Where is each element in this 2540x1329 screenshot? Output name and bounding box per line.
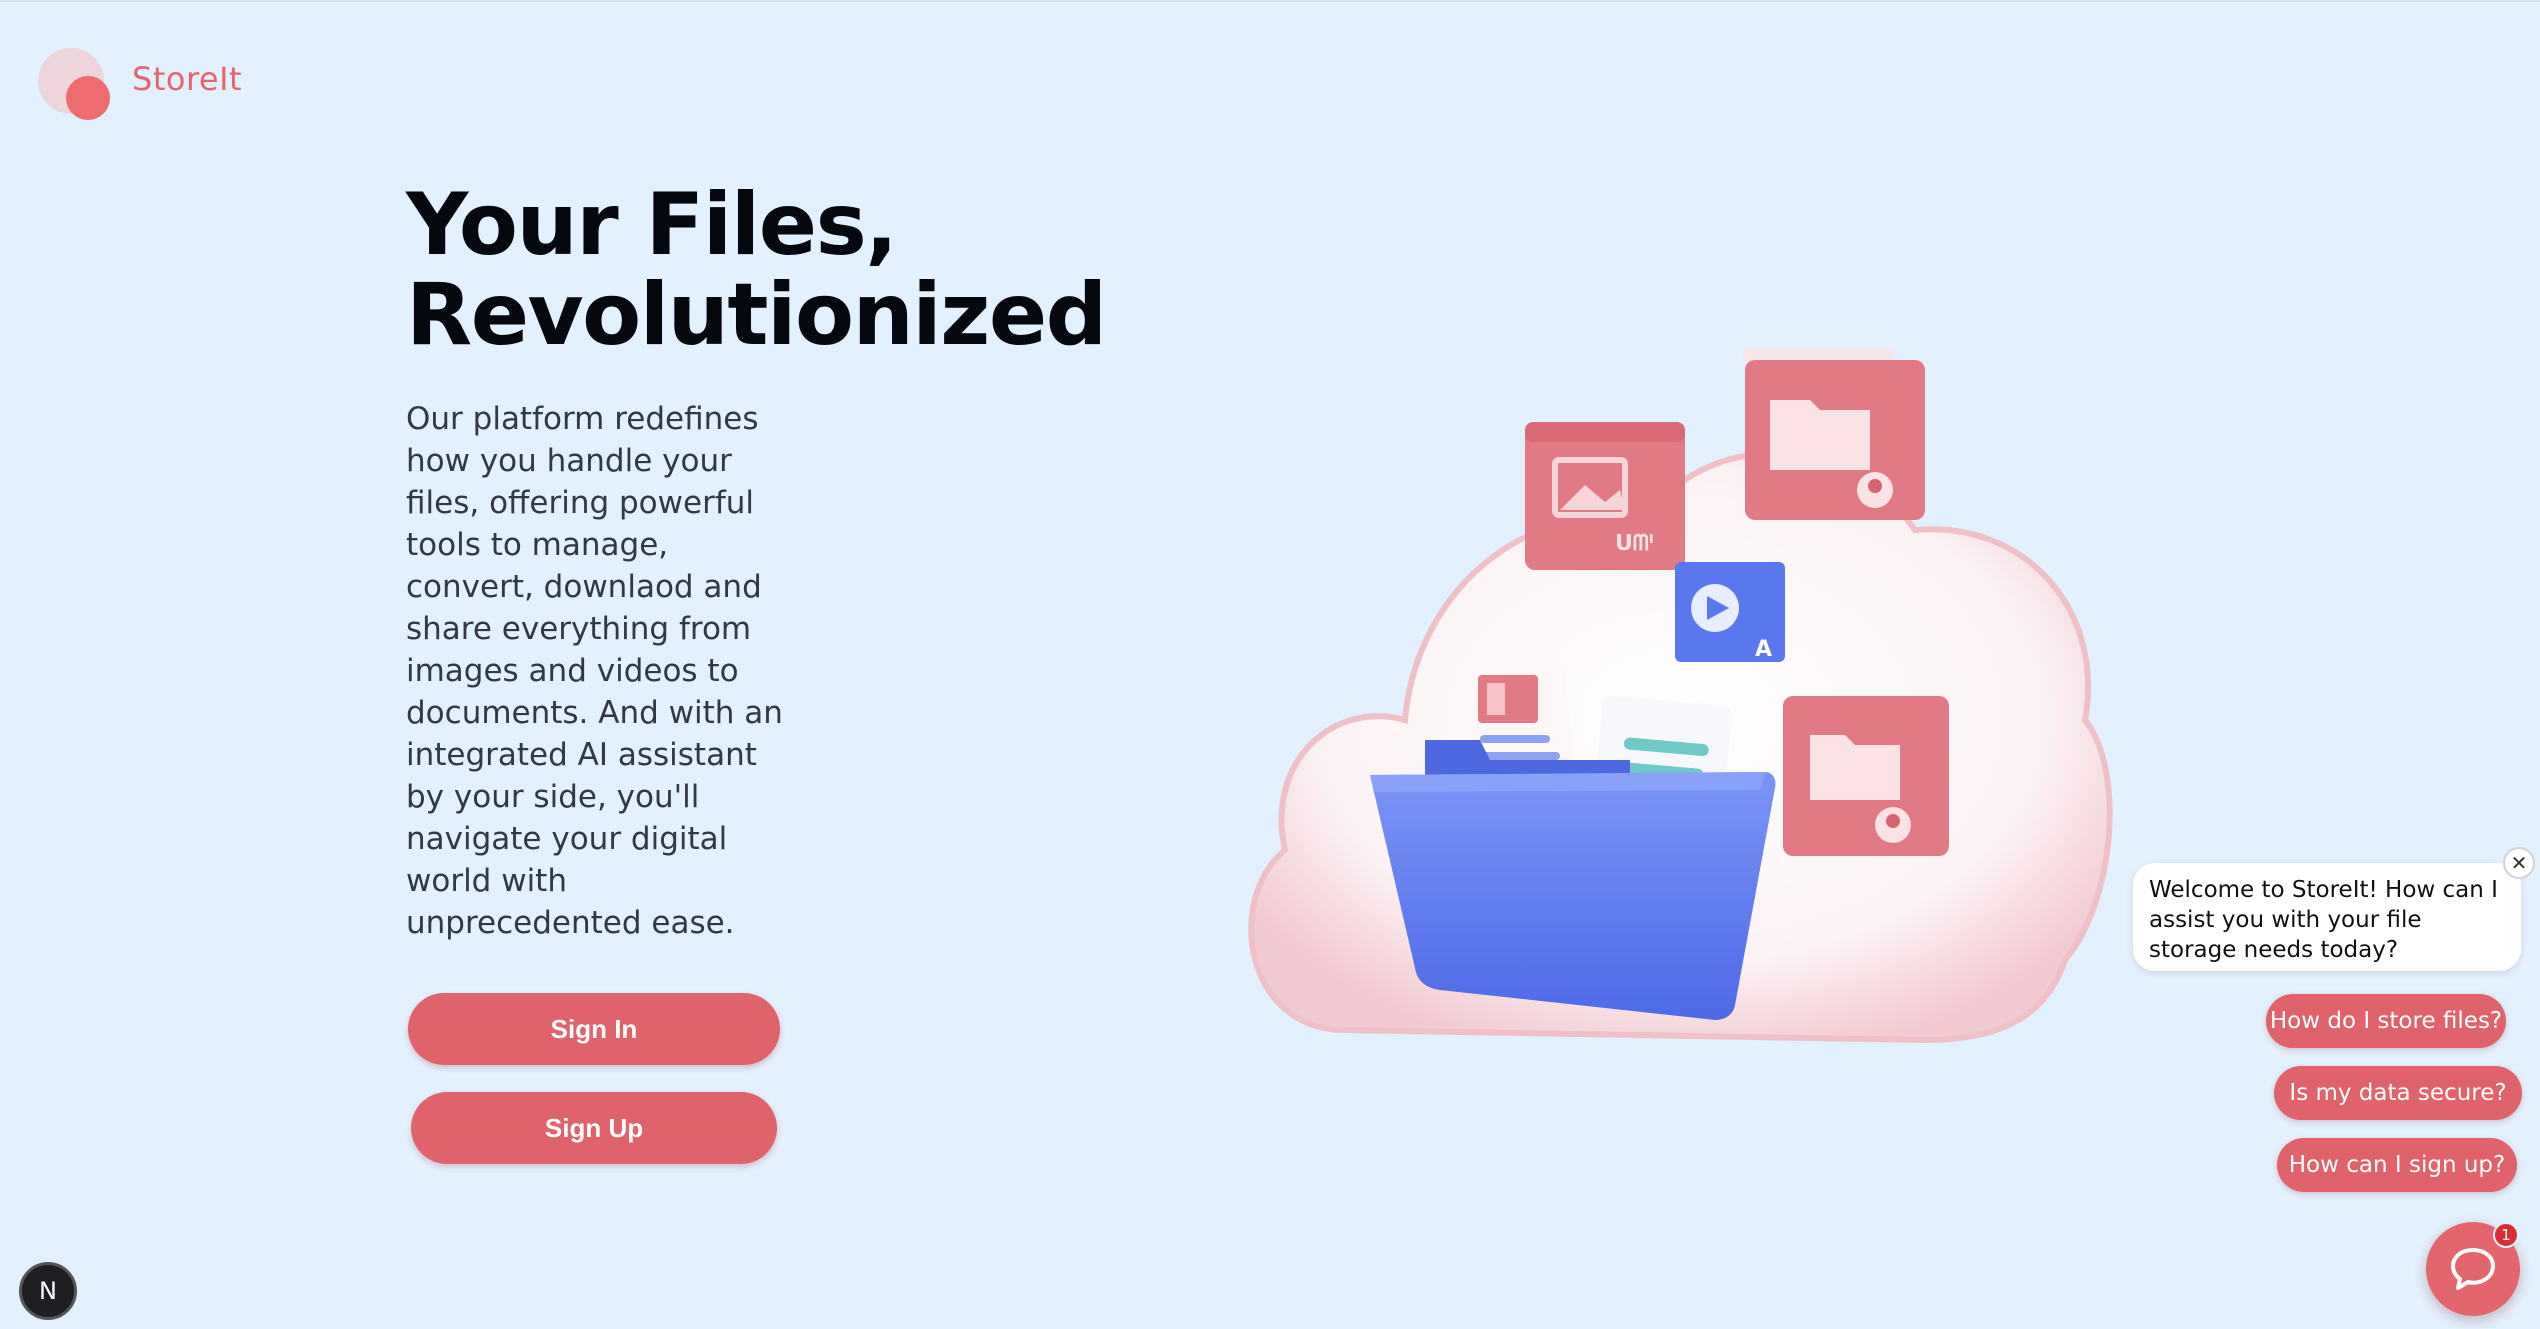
logo-icon [38, 48, 118, 124]
close-icon[interactable]: ✕ [2503, 847, 2535, 879]
open-folder-icon [1370, 740, 1776, 1020]
svg-text:A: A [1755, 637, 1772, 662]
top-border [0, 0, 2540, 2]
chat-welcome-message: Welcome to StoreIt! How can I assist you… [2133, 863, 2521, 971]
image-folder-icon: ᑌᗰᑊ [1525, 422, 1685, 570]
sign-up-button[interactable]: Sign Up [411, 1092, 777, 1164]
dev-indicator-button[interactable]: N [19, 1262, 77, 1320]
quick-reply-store-files[interactable]: How do I store files? [2266, 994, 2506, 1048]
sign-in-button[interactable]: Sign In [408, 993, 780, 1065]
chat-bubble-icon [2451, 1248, 2495, 1290]
quick-reply-data-secure[interactable]: Is my data secure? [2274, 1066, 2522, 1120]
quick-reply-sign-up[interactable]: How can I sign up? [2277, 1138, 2517, 1192]
hero-title-line2: Revolutionized [406, 265, 1107, 365]
folder-icon-2 [1783, 696, 1949, 856]
video-icon: A [1675, 562, 1785, 662]
unread-badge: 1 [2493, 1222, 2519, 1248]
brand-name: StoreIt [132, 60, 243, 98]
folder-icon [1743, 348, 1925, 520]
brand-logo[interactable]: StoreIt [38, 48, 242, 124]
svg-text:ᑌᗰᑊ: ᑌᗰᑊ [1615, 531, 1654, 556]
hero-title: Your Files, Revolutionized [406, 175, 1107, 365]
cloud-illustration: ᑌᗰᑊ A [1225, 340, 2125, 1060]
hero-title-line1: Your Files, [406, 175, 898, 275]
hero-description: Our platform redefines how you handle yo… [406, 401, 783, 941]
